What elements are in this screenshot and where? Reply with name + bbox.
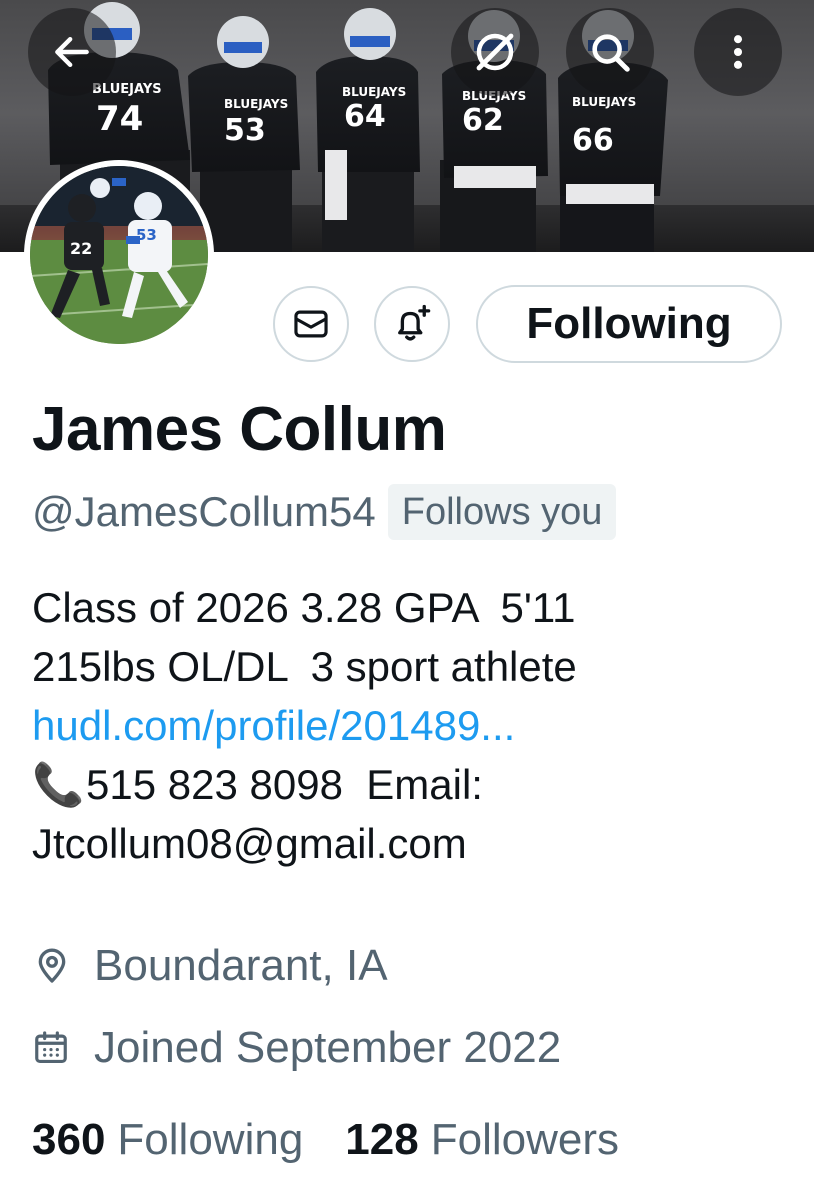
bio-line-1: Class of 2026 3.28 GPA 5'11 xyxy=(32,584,576,631)
location-text: Boundarant, IA xyxy=(94,941,388,990)
grok-button[interactable] xyxy=(451,8,539,96)
svg-text:BLUEJAYS: BLUEJAYS xyxy=(572,95,636,109)
following-count: 360 xyxy=(32,1115,106,1164)
follow-stats: 360 Following 128 Followers xyxy=(32,1110,619,1170)
handle-row: @JamesCollum54 Follows you xyxy=(32,484,617,540)
svg-text:53: 53 xyxy=(224,113,266,148)
svg-text:66: 66 xyxy=(572,123,614,158)
more-vertical-icon xyxy=(733,35,743,69)
joined-text: Joined September 2022 xyxy=(94,1023,562,1072)
profile-handle: @JamesCollum54 xyxy=(32,488,376,535)
svg-text:74: 74 xyxy=(96,99,143,139)
profile-name: James Collum xyxy=(32,395,447,464)
followers-stat[interactable]: 128 Followers xyxy=(345,1115,619,1165)
bio-hudl-link[interactable]: hudl.com/profile/201489... xyxy=(32,696,802,755)
message-button[interactable] xyxy=(273,286,349,362)
phone-icon: 📞 xyxy=(32,761,85,808)
back-button[interactable] xyxy=(28,8,116,96)
notify-button[interactable] xyxy=(374,286,450,362)
bio-phone-email: 515 823 8098 Email: xyxy=(86,761,483,808)
player-64: BLUEJAYS 64 xyxy=(316,8,420,252)
location-pin-icon xyxy=(32,946,76,986)
grok-icon xyxy=(476,33,514,71)
avatar-photo: 22 53 xyxy=(30,166,208,344)
search-icon xyxy=(592,34,630,72)
svg-text:BLUEJAYS: BLUEJAYS xyxy=(342,85,406,99)
followers-label: Followers xyxy=(430,1115,619,1164)
location-row: Boundarant, IA xyxy=(32,936,388,996)
search-button[interactable] xyxy=(566,8,654,96)
more-button[interactable] xyxy=(694,8,782,96)
bell-plus-icon xyxy=(398,304,431,341)
svg-text:62: 62 xyxy=(462,103,504,138)
envelope-icon xyxy=(294,310,328,338)
joined-row: Joined September 2022 xyxy=(32,1018,561,1078)
profile-bio: Class of 2026 3.28 GPA 5'11 215lbs OL/DL… xyxy=(32,578,802,873)
following-button[interactable]: Following xyxy=(476,285,782,363)
follows-you-badge: Follows you xyxy=(387,484,617,540)
following-stat[interactable]: 360 Following xyxy=(32,1115,303,1165)
bio-line-4: 📞515 823 8098 Email: xyxy=(32,755,802,814)
following-label: Following xyxy=(117,1115,304,1164)
bio-line-2: 215lbs OL/DL 3 sport athlete xyxy=(32,643,577,690)
svg-text:BLUEJAYS: BLUEJAYS xyxy=(92,82,162,97)
profile-avatar[interactable]: 22 53 xyxy=(24,160,214,350)
followers-count: 128 xyxy=(345,1115,419,1164)
svg-text:22: 22 xyxy=(70,239,92,258)
svg-text:64: 64 xyxy=(344,99,386,134)
calendar-icon xyxy=(32,1029,76,1067)
svg-text:BLUEJAYS: BLUEJAYS xyxy=(224,97,288,111)
avatar-football-scene: 22 53 xyxy=(30,166,208,344)
back-arrow-icon xyxy=(55,36,89,68)
bio-email[interactable]: Jtcollum08@gmail.com xyxy=(32,814,802,873)
